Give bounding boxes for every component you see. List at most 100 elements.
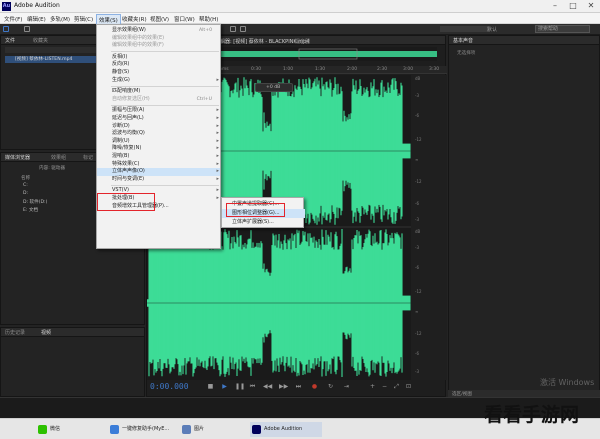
db-label: -6 xyxy=(415,351,419,356)
db-label: dB xyxy=(415,229,421,234)
menu-item-stereo-imagery[interactable]: 立体声声像(O) ▸ xyxy=(97,168,220,176)
submenu-trigger[interactable]: 特殊效果(C) ▸ xyxy=(97,161,220,169)
menu-item[interactable]: 显示效果组(W) Alt+0 xyxy=(97,27,220,35)
menu-help[interactable]: 帮助(H) xyxy=(197,14,220,24)
tab-media-browser[interactable]: 媒体浏览器 xyxy=(5,154,30,161)
db-scale: dB -3 -6 -12 ∞ -12 -6 -3 dB -3 -6 -12 ∞ … xyxy=(411,75,447,380)
submenu-trigger[interactable]: 时间与变调(E) ▸ xyxy=(97,176,220,184)
menu-item[interactable]: 反向(R) xyxy=(97,61,220,69)
rewind-icon[interactable]: ◀◀ xyxy=(263,383,272,390)
media-tree-item[interactable]: E: 文档 xyxy=(23,207,38,213)
media-tree-item[interactable]: C: xyxy=(23,183,28,188)
db-label: -6 xyxy=(415,113,419,118)
submenu-item[interactable]: 立体声扩展器(S)... xyxy=(222,218,305,227)
multitrack-view-icon[interactable] xyxy=(24,26,30,32)
ruler-tick-label: 0:30 xyxy=(251,67,262,72)
menu-item[interactable]: 匹配响度(M) xyxy=(97,88,220,96)
rewind-start-icon[interactable]: ⏮ xyxy=(249,383,256,390)
title-bar: Au Adobe Audition – □ ✕ xyxy=(0,0,600,13)
submenu-trigger[interactable]: 生成(G) ▸ xyxy=(97,76,220,85)
toolbar-spacer xyxy=(440,26,490,32)
menu-multitrack[interactable]: 多轨(M) xyxy=(48,14,72,24)
stop-button-icon[interactable]: ■ xyxy=(207,383,214,390)
activate-windows-watermark: 激活 Windows xyxy=(540,378,595,387)
close-button[interactable]: ✕ xyxy=(582,0,600,13)
window-title: Adobe Audition xyxy=(14,2,60,9)
chevron-right-icon: ▸ xyxy=(216,187,219,194)
minimize-button[interactable]: – xyxy=(546,0,564,13)
menu-view[interactable]: 视图(V) xyxy=(148,14,171,24)
waveform-view-icon[interactable] xyxy=(3,26,9,32)
menu-window[interactable]: 窗口(W) xyxy=(172,14,197,24)
razor-tool-icon[interactable] xyxy=(240,26,246,32)
menu-separator xyxy=(111,85,219,87)
menu-file[interactable]: 文件(F) xyxy=(2,14,24,24)
fast-forward-icon[interactable]: ▶▶ xyxy=(279,383,288,390)
screen: { "window":{"title":"Adobe Audition","ap… xyxy=(0,0,600,439)
db-label: -12 xyxy=(415,179,422,184)
record-button-icon[interactable]: ● xyxy=(311,383,318,390)
submenu-trigger[interactable]: 延迟与回声(L) ▸ xyxy=(97,115,220,123)
submenu-trigger[interactable]: 混响(B) ▸ xyxy=(97,153,220,161)
ruler-tick-label: 2:30 xyxy=(377,67,388,72)
db-label: -3 xyxy=(415,245,419,250)
ruler-tick-label: 3:30 xyxy=(429,67,440,72)
tab-history[interactable]: 历史记录 xyxy=(5,329,25,336)
db-label: ∞ xyxy=(415,309,419,314)
menu-item[interactable]: 静音(S) xyxy=(97,69,220,77)
skip-end-icon[interactable]: ⏭ xyxy=(295,383,302,390)
loop-icon[interactable]: ↻ xyxy=(327,383,334,390)
menu-clip[interactable]: 剪辑(C) xyxy=(72,14,95,24)
audition-icon xyxy=(252,425,261,434)
db-label: ∞ xyxy=(415,157,419,162)
tab-video[interactable]: 视频 xyxy=(41,329,51,336)
zoom-in-icon[interactable]: + xyxy=(369,383,376,390)
chevron-right-icon: ▸ xyxy=(216,153,219,159)
tab-mixer[interactable]: 混音器 xyxy=(295,38,310,45)
submenu-trigger[interactable]: 振幅与压限(A) ▸ xyxy=(97,107,220,115)
media-tree-item[interactable]: D: xyxy=(23,191,28,196)
media-tree-item[interactable]: D: 软件(D:) xyxy=(23,199,47,205)
waveform-overview[interactable] xyxy=(217,47,437,61)
time-display: 0:00.000 xyxy=(150,382,189,391)
taskbar-item[interactable]: 图片 xyxy=(180,422,204,437)
menu-edit[interactable]: 编辑(E) xyxy=(25,14,48,24)
workspace-selector[interactable]: 默认 xyxy=(487,26,497,33)
chevron-right-icon: ▸ xyxy=(216,122,219,129)
essential-sound-title: 基本声音 xyxy=(453,38,474,44)
media-column-header: 内容: 驱动器 xyxy=(39,166,65,171)
move-tool-icon[interactable] xyxy=(230,26,236,32)
wechat-icon xyxy=(38,425,47,434)
hud-volume-control[interactable]: +0 dB xyxy=(255,83,293,92)
skip-icon[interactable]: ⇥ xyxy=(343,383,350,390)
tab-effects-rack[interactable]: 效果组 xyxy=(51,154,66,161)
zoom-selection-icon[interactable]: ⊡ xyxy=(405,383,412,390)
db-label: -3 xyxy=(415,93,419,98)
taskbar-item[interactable]: 微信 xyxy=(36,422,60,437)
play-button-icon[interactable]: ▶ xyxy=(221,383,228,390)
tab-markers[interactable]: 标记 xyxy=(83,154,93,161)
taskbar-item[interactable]: 一键修复助手(MyE... xyxy=(108,422,169,437)
chevron-right-icon: ▸ xyxy=(216,76,219,83)
chevron-right-icon: ▸ xyxy=(216,168,219,175)
waveform-channel xyxy=(147,229,411,377)
submenu-trigger[interactable]: 降噪/恢复(N) ▸ xyxy=(97,145,220,153)
submenu-trigger[interactable]: 诊断(D) ▸ xyxy=(97,122,220,131)
zoom-out-icon[interactable]: − xyxy=(381,383,388,390)
db-label: -12 xyxy=(415,137,422,142)
zoom-fit-icon[interactable]: ⤢ xyxy=(393,383,400,390)
menu-favorites[interactable]: 收藏夹(R) xyxy=(120,14,149,24)
effects-menu: 显示效果组(W) Alt+0 编辑效果组中的效果(E) 编辑效果组中的效果(F) 反相(… xyxy=(96,24,221,249)
chevron-right-icon: ▸ xyxy=(216,137,219,144)
search-help-input[interactable]: 搜索帮助 xyxy=(535,25,590,33)
tab-favorites[interactable]: 收藏夹 xyxy=(33,37,48,44)
taskbar-item-active[interactable]: Adobe Audition xyxy=(250,422,322,437)
essential-sound-empty-label: 无选择项 xyxy=(457,51,476,56)
maximize-button[interactable]: □ xyxy=(564,0,582,13)
db-label: -3 xyxy=(415,369,419,374)
history-panel-header: 历史记录 视频 xyxy=(1,328,144,337)
tab-files[interactable]: 文件 xyxy=(5,37,15,44)
pause-button-icon[interactable]: ❚❚ xyxy=(235,383,245,390)
submenu-trigger[interactable]: 滤波与均衡(Q) ▸ xyxy=(97,130,220,138)
menu-bar: 文件(F) 编辑(E) 多轨(M) 剪辑(C) 效果(S) 收藏夹(R) 视图(… xyxy=(0,13,600,26)
